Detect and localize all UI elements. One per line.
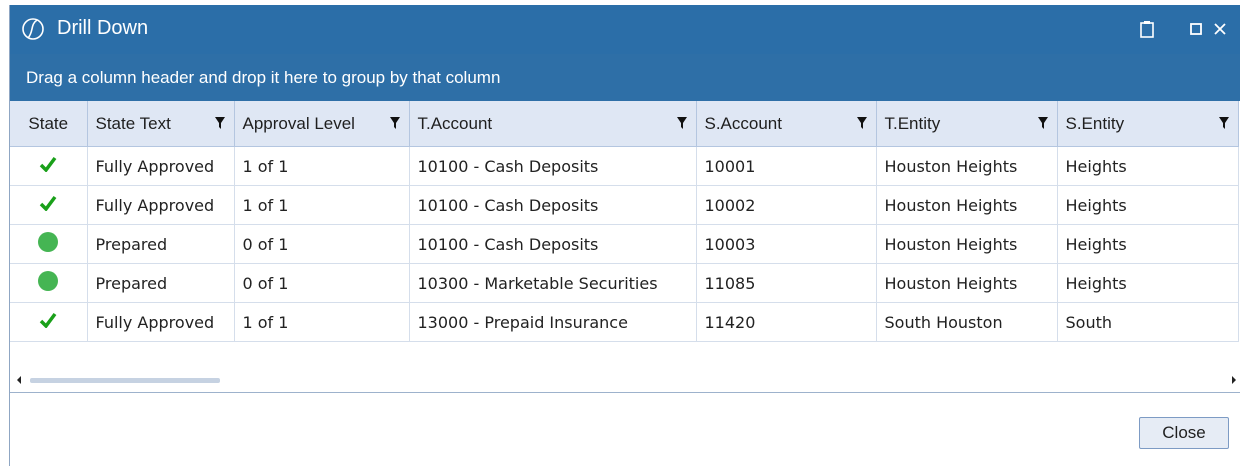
approval-level-cell: 1 of 1 [234, 146, 410, 186]
t-entity-cell: Houston Heights [876, 263, 1058, 303]
state-text-cell: Fully Approved [87, 185, 235, 225]
column-header-s-account[interactable]: S.Account [696, 101, 877, 147]
t-account-cell: 10100 - Cash Deposits [409, 185, 697, 225]
table-row[interactable]: Fully Approved 1 of 1 10100 - Cash Depos… [10, 146, 1239, 186]
scroll-left-arrow-icon[interactable] [17, 376, 21, 384]
filter-icon[interactable] [1218, 115, 1230, 131]
filter-icon[interactable] [856, 115, 868, 131]
t-account-cell: 10300 - Marketable Securities [409, 263, 697, 303]
s-account-cell: 11085 [696, 263, 877, 303]
window-title: Drill Down [57, 17, 149, 39]
clipboard-icon [1140, 21, 1154, 38]
maximize-icon [1190, 23, 1202, 35]
group-by-hint: Drag a column header and drop it here to… [26, 68, 501, 87]
s-account-cell: 10003 [696, 224, 877, 264]
state-text-cell: Fully Approved [87, 146, 235, 186]
t-entity-cell: Houston Heights [876, 146, 1058, 186]
t-account-cell: 10100 - Cash Deposits [409, 224, 697, 264]
state-cell [10, 185, 88, 225]
header-row: State State Text Approval Level T.Accoun… [10, 101, 1239, 147]
data-grid: State State Text Approval Level T.Accoun… [10, 101, 1240, 393]
state-text-cell: Prepared [87, 224, 235, 264]
close-button[interactable]: Close [1139, 417, 1229, 449]
table-row[interactable]: Prepared 0 of 1 10100 - Cash Deposits 10… [10, 224, 1239, 264]
checkmark-icon [40, 312, 57, 329]
approval-level-cell: 0 of 1 [234, 263, 410, 303]
pin-button[interactable] [1136, 18, 1158, 40]
green-circle-icon [38, 271, 59, 291]
checkmark-icon [40, 156, 57, 173]
table-row[interactable]: Fully Approved 1 of 1 10100 - Cash Depos… [10, 185, 1239, 225]
s-entity-cell: Heights [1057, 224, 1239, 264]
title-bar[interactable]: Drill Down [10, 5, 1240, 54]
scrollbar-thumb[interactable] [30, 378, 220, 383]
column-header-approval-level[interactable]: Approval Level [234, 101, 410, 147]
state-cell [10, 263, 88, 303]
t-account-cell: 10100 - Cash Deposits [409, 146, 697, 186]
state-text-cell: Prepared [87, 263, 235, 303]
t-entity-cell: South Houston [876, 302, 1058, 342]
drill-down-dialog: Drill Down Drag a column header and drop… [9, 5, 1240, 466]
s-entity-cell: Heights [1057, 263, 1239, 303]
s-entity-cell: Heights [1057, 146, 1239, 186]
horizontal-scrollbar[interactable] [10, 371, 1240, 391]
table-row[interactable]: Prepared 0 of 1 10300 - Marketable Secur… [10, 263, 1239, 303]
close-icon [1214, 23, 1226, 35]
t-account-cell: 13000 - Prepaid Insurance [409, 302, 697, 342]
column-header-s-entity[interactable]: S.Entity [1057, 101, 1239, 147]
close-window-button[interactable] [1209, 18, 1231, 40]
table-row[interactable]: Fully Approved 1 of 1 13000 - Prepaid In… [10, 302, 1239, 342]
filter-icon[interactable] [214, 115, 226, 131]
column-header-state-text[interactable]: State Text [87, 101, 235, 147]
scroll-right-arrow-icon[interactable] [1232, 376, 1236, 384]
s-entity-cell: Heights [1057, 185, 1239, 225]
s-entity-cell: South [1057, 302, 1239, 342]
app-logo-icon [22, 18, 44, 40]
approval-level-cell: 1 of 1 [234, 185, 410, 225]
table-body: Fully Approved 1 of 1 10100 - Cash Depos… [10, 146, 1239, 342]
t-entity-cell: Houston Heights [876, 224, 1058, 264]
state-cell [10, 224, 88, 264]
column-header-t-account[interactable]: T.Account [409, 101, 697, 147]
s-account-cell: 10002 [696, 185, 877, 225]
state-cell [10, 302, 88, 342]
s-account-cell: 10001 [696, 146, 877, 186]
column-header-t-entity[interactable]: T.Entity [876, 101, 1058, 147]
filter-icon[interactable] [676, 115, 688, 131]
state-cell [10, 146, 88, 186]
group-by-panel[interactable]: Drag a column header and drop it here to… [10, 54, 1240, 101]
approval-level-cell: 0 of 1 [234, 224, 410, 264]
maximize-button[interactable] [1185, 18, 1207, 40]
filter-icon[interactable] [1037, 115, 1049, 131]
green-circle-icon [38, 232, 59, 252]
results-table: State State Text Approval Level T.Accoun… [10, 101, 1239, 342]
column-header-state[interactable]: State [10, 101, 88, 147]
checkmark-icon [40, 195, 57, 212]
state-text-cell: Fully Approved [87, 302, 235, 342]
filter-icon[interactable] [389, 115, 401, 131]
approval-level-cell: 1 of 1 [234, 302, 410, 342]
t-entity-cell: Houston Heights [876, 185, 1058, 225]
s-account-cell: 11420 [696, 302, 877, 342]
